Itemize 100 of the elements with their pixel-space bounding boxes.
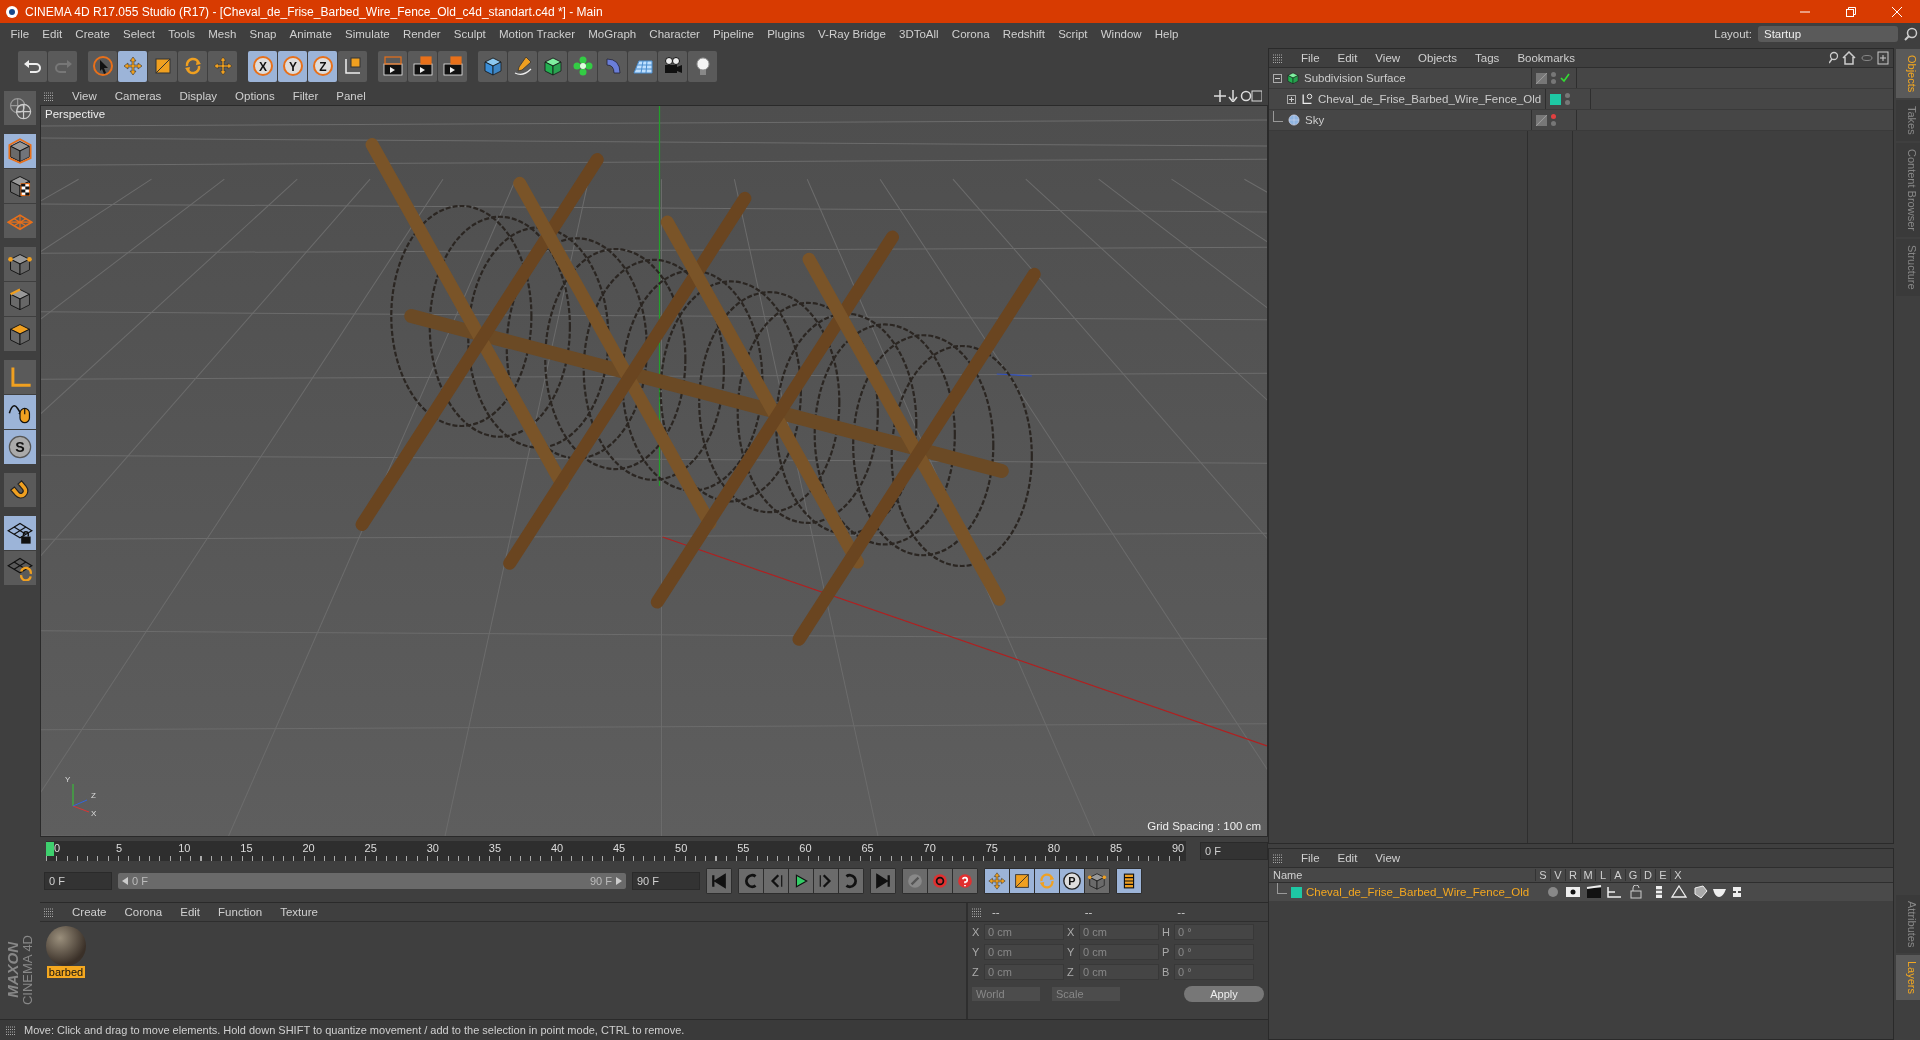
panel-menu-item[interactable]: Tags xyxy=(1467,52,1508,64)
viewport-menu-item[interactable]: View xyxy=(64,90,105,102)
menu-item[interactable]: Character xyxy=(642,28,707,40)
side-tab[interactable]: Objects xyxy=(1896,49,1920,99)
model-mode-button[interactable] xyxy=(4,134,36,168)
make-editable-mode-button[interactable] xyxy=(4,91,36,125)
axis-tool-button[interactable]: Y xyxy=(278,50,307,82)
viewport-menu-item[interactable]: Panel xyxy=(328,90,374,102)
axis-tool-button[interactable]: Z xyxy=(308,50,337,82)
panel-menu-item[interactable]: File xyxy=(1293,52,1328,64)
panel-menu-item[interactable]: Create xyxy=(64,906,115,918)
panel-menu-item[interactable]: Edit xyxy=(1329,852,1366,864)
menu-item[interactable]: Edit xyxy=(35,28,69,40)
menu-item[interactable]: 3DToAll xyxy=(892,28,946,40)
panel-menu-item[interactable]: View xyxy=(1367,52,1409,64)
object-name[interactable]: Subdivision Surface xyxy=(1304,72,1406,84)
panel-grip-icon[interactable] xyxy=(44,907,54,917)
panel-grip-icon[interactable] xyxy=(44,91,54,101)
timeline-ruler[interactable]: 0 5 10 15 20 25 30 35 40 45 50 55 60 65 70 75 80 85 90 xyxy=(46,841,1186,861)
points-key-button[interactable] xyxy=(1085,869,1109,893)
axis-tool-button[interactable]: X xyxy=(248,50,277,82)
param-key-button[interactable]: P xyxy=(1060,869,1084,893)
camera-tool-button[interactable] xyxy=(658,50,687,82)
viewport-menu-item[interactable]: Filter xyxy=(284,90,327,102)
menu-item[interactable]: Corona xyxy=(945,28,997,40)
viewport-menu-item[interactable]: Options xyxy=(227,90,283,102)
menu-item[interactable]: Tools xyxy=(161,28,202,40)
panel-grip-icon[interactable] xyxy=(6,1025,16,1035)
menu-item[interactable]: Snap xyxy=(242,28,283,40)
viewport-menu-item[interactable]: Cameras xyxy=(106,90,170,102)
select-tool-button[interactable] xyxy=(88,50,117,82)
light-tool-button[interactable] xyxy=(688,50,717,82)
menu-item[interactable]: Render xyxy=(396,28,448,40)
panel-menu-item[interactable]: File xyxy=(1293,852,1328,864)
panel-grip-icon[interactable] xyxy=(1273,53,1283,63)
menu-item[interactable]: Help xyxy=(1148,28,1186,40)
panel-menu-item[interactable]: View xyxy=(1367,852,1409,864)
visibility-dots[interactable] xyxy=(1551,114,1556,126)
material-swatch[interactable]: barbed xyxy=(44,926,88,978)
render-tool-button[interactable] xyxy=(408,50,437,82)
menu-item[interactable]: File xyxy=(4,28,36,40)
floor-tool-button[interactable] xyxy=(628,50,657,82)
menu-item[interactable]: Sculpt xyxy=(447,28,493,40)
help-button[interactable] xyxy=(953,869,977,893)
magnet-mode-button[interactable] xyxy=(4,473,36,507)
visibility-dots[interactable] xyxy=(1565,93,1570,105)
rotate-tool-button[interactable] xyxy=(178,50,207,82)
scale-key-button[interactable] xyxy=(1010,869,1034,893)
visibility-dots[interactable] xyxy=(1551,72,1556,84)
3d-viewport[interactable]: Perspective Grid Spacing : 100 cm Y Z X xyxy=(40,105,1268,837)
record-button[interactable] xyxy=(928,869,952,893)
last-tool-button[interactable] xyxy=(208,50,237,82)
panel-menu-item[interactable]: Edit xyxy=(172,906,209,918)
menu-item[interactable]: Pipeline xyxy=(706,28,761,40)
texture-mode-button[interactable] xyxy=(4,169,36,203)
render-settings-tool-button[interactable] xyxy=(438,50,467,82)
menu-item[interactable]: Motion Tracker xyxy=(492,28,582,40)
enabled-checkmark-icon[interactable] xyxy=(1560,73,1570,83)
coord-tool-button[interactable] xyxy=(338,50,367,82)
next-key-button[interactable] xyxy=(839,869,863,893)
go-to-end-button[interactable] xyxy=(871,869,895,893)
layout-dropdown[interactable]: Startup xyxy=(1758,26,1898,42)
panel-menu-item[interactable]: Texture xyxy=(272,906,326,918)
menu-item[interactable]: Create xyxy=(68,28,117,40)
start-frame-field[interactable]: 0 F xyxy=(44,872,112,890)
panel-menu-item[interactable]: Objects xyxy=(1410,52,1466,64)
play-button[interactable] xyxy=(789,869,813,893)
step-forward-button[interactable] xyxy=(814,869,838,893)
timeline-toggle-button[interactable] xyxy=(1117,869,1141,893)
undo-tool-button[interactable] xyxy=(18,50,47,82)
viewport-menu-item[interactable]: Display xyxy=(171,90,226,102)
cube-tool-button[interactable] xyxy=(478,50,507,82)
viewport-navigation-icons[interactable] xyxy=(1214,90,1262,102)
menu-item[interactable]: Select xyxy=(116,28,162,40)
search-icon[interactable] xyxy=(1904,27,1918,41)
menu-item[interactable]: Window xyxy=(1094,28,1149,40)
menu-item[interactable]: V-Ray Bridge xyxy=(811,28,893,40)
manager-tool-icons[interactable] xyxy=(1829,51,1889,65)
panel-grip-icon[interactable] xyxy=(1273,853,1283,863)
end-frame-field[interactable]: 90 F xyxy=(632,872,700,890)
expander-icon[interactable] xyxy=(1287,94,1296,104)
right-handle-icon[interactable] xyxy=(616,877,622,885)
apply-button[interactable]: Apply xyxy=(1184,986,1264,1002)
step-back-button[interactable] xyxy=(764,869,788,893)
side-tab[interactable]: Layers xyxy=(1896,954,1920,1000)
menu-item[interactable]: Redshift xyxy=(996,28,1052,40)
cloner-tool-button[interactable] xyxy=(568,50,597,82)
previous-key-button[interactable] xyxy=(739,869,763,893)
panel-menu-item[interactable]: Function xyxy=(210,906,271,918)
panel-menu-item[interactable]: Edit xyxy=(1329,52,1366,64)
panel-menu-item[interactable]: Corona xyxy=(116,906,171,918)
tweak-mode-button[interactable] xyxy=(4,395,36,429)
go-to-start-button[interactable] xyxy=(707,869,731,893)
subdivision-tool-button[interactable] xyxy=(538,50,567,82)
left-handle-icon[interactable] xyxy=(122,877,128,885)
points-mode-button[interactable] xyxy=(4,247,36,281)
current-frame-field[interactable]: 0 F xyxy=(1200,842,1268,860)
polygons-mode-button[interactable] xyxy=(4,317,36,351)
object-name[interactable]: Sky xyxy=(1305,114,1325,126)
move-tool-button[interactable] xyxy=(118,50,147,82)
